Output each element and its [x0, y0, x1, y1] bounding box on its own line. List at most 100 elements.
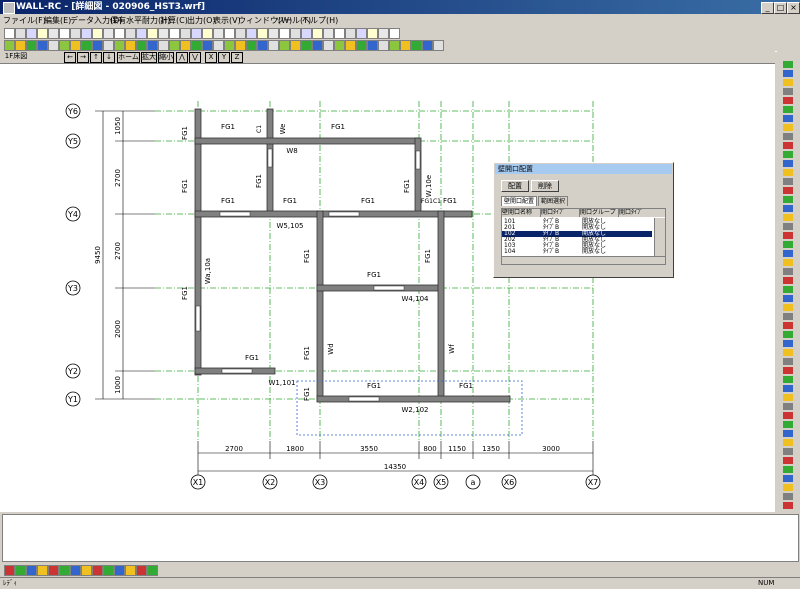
layout-icon[interactable] — [180, 40, 191, 51]
opening-tool-icon[interactable] — [433, 40, 444, 51]
tab-wall-opening[interactable]: 壁開口配置 — [501, 196, 538, 206]
right-tool-icon[interactable] — [783, 61, 793, 68]
nav-v-button[interactable]: ⋁ — [189, 52, 201, 63]
cut-icon[interactable] — [356, 28, 367, 39]
right-tool-icon[interactable] — [783, 259, 793, 266]
right-tool-icon[interactable] — [783, 340, 793, 347]
right-tool-icon[interactable] — [783, 367, 793, 374]
bottom-tool-icon[interactable] — [4, 565, 15, 576]
column-icon[interactable] — [125, 28, 136, 39]
right-tool-icon[interactable] — [783, 178, 793, 185]
cut-icon[interactable] — [48, 28, 59, 39]
table-icon[interactable] — [59, 40, 70, 51]
nav-home-button[interactable]: ホーム — [117, 52, 140, 63]
opening-tool-icon[interactable] — [235, 40, 246, 51]
tab-range-select[interactable]: 範囲選択 — [538, 196, 569, 206]
menu-output[interactable]: 出力(O) — [187, 15, 216, 26]
bottom-tool-icon[interactable] — [92, 565, 103, 576]
table-icon[interactable] — [257, 40, 268, 51]
right-tool-icon[interactable] — [783, 358, 793, 365]
axis-z-button[interactable]: Z — [231, 52, 243, 63]
right-tool-icon[interactable] — [783, 421, 793, 428]
list-header[interactable]: 開口グループ — [580, 209, 619, 217]
menu-view[interactable]: 表示(V) — [213, 15, 241, 26]
right-tool-icon[interactable] — [783, 205, 793, 212]
list-header[interactable]: 開口ﾀｲﾌﾟ — [541, 209, 580, 217]
nav-down-button[interactable]: ↓ — [103, 52, 115, 63]
print-icon[interactable] — [37, 28, 48, 39]
slab-tool-icon[interactable] — [158, 40, 169, 51]
right-tool-icon[interactable] — [783, 349, 793, 356]
right-tool-icon[interactable] — [783, 322, 793, 329]
zoom-in-button[interactable]: 拡大 — [141, 52, 157, 63]
maximize-button[interactable]: □ — [774, 2, 787, 14]
message-pane[interactable] — [2, 514, 799, 562]
bottom-tool-icon[interactable] — [125, 565, 136, 576]
column-icon[interactable] — [279, 28, 290, 39]
paste-icon[interactable] — [378, 28, 389, 39]
wall-tool-icon[interactable] — [70, 40, 81, 51]
right-tool-icon[interactable] — [783, 286, 793, 293]
right-tool-icon[interactable] — [783, 97, 793, 104]
delete-button[interactable]: 削除 — [531, 180, 559, 192]
list-vertical-scrollbar[interactable] — [654, 218, 665, 256]
right-tool-icon[interactable] — [783, 484, 793, 491]
wall-tool-icon[interactable] — [136, 40, 147, 51]
right-tool-icon[interactable] — [783, 241, 793, 248]
layout-icon[interactable] — [48, 40, 59, 51]
close-button[interactable]: × — [787, 2, 800, 14]
axis-y-button[interactable]: Y — [218, 52, 230, 63]
menu-help[interactable]: ヘルプ(H) — [302, 15, 338, 26]
right-tool-icon[interactable] — [783, 304, 793, 311]
print-icon[interactable] — [345, 28, 356, 39]
bottom-tool-icon[interactable] — [136, 565, 147, 576]
right-tool-icon[interactable] — [783, 439, 793, 446]
bottom-tool-icon[interactable] — [147, 565, 158, 576]
layout-icon[interactable] — [114, 40, 125, 51]
slab-tool-icon[interactable] — [356, 40, 367, 51]
table-icon[interactable] — [389, 40, 400, 51]
bottom-tool-icon[interactable] — [70, 565, 81, 576]
right-tool-icon[interactable] — [783, 250, 793, 257]
app-icon[interactable] — [3, 2, 15, 14]
right-tool-icon[interactable] — [783, 493, 793, 500]
bottom-tool-icon[interactable] — [114, 565, 125, 576]
table-icon[interactable] — [125, 40, 136, 51]
right-tool-icon[interactable] — [783, 79, 793, 86]
right-tool-icon[interactable] — [783, 331, 793, 338]
nav-a-button[interactable]: ⋀ — [176, 52, 188, 63]
right-tool-icon[interactable] — [783, 160, 793, 167]
new-file-icon[interactable] — [4, 28, 15, 39]
slab-tool-icon[interactable] — [422, 40, 433, 51]
slab-tool-icon[interactable] — [26, 40, 37, 51]
layout-icon[interactable] — [312, 40, 323, 51]
beam-tool-icon[interactable] — [279, 40, 290, 51]
wall-opening-dialog[interactable]: 壁開口配置 配置 削除 壁開口配置 範囲選択 壁開口名称 開口ﾀｲﾌﾟ 開口グル… — [493, 162, 674, 278]
right-tool-icon[interactable] — [783, 475, 793, 482]
right-tool-icon[interactable] — [783, 394, 793, 401]
right-tool-icon[interactable] — [783, 187, 793, 194]
new-file-icon[interactable] — [158, 28, 169, 39]
copy-icon[interactable] — [213, 28, 224, 39]
list-item[interactable]: 104 ﾀｲﾌﾟB 開放なし — [502, 249, 652, 255]
save-icon[interactable] — [334, 28, 345, 39]
beam-tool-icon[interactable] — [213, 40, 224, 51]
menu-edit[interactable]: 編集(E) — [44, 15, 71, 26]
right-tool-icon[interactable] — [783, 412, 793, 419]
right-tool-icon[interactable] — [783, 457, 793, 464]
list-header[interactable]: 壁開口名称 — [502, 209, 541, 217]
window-icon[interactable] — [290, 28, 301, 39]
zoom-out-button[interactable]: 縮小 — [158, 52, 174, 63]
bottom-tool-icon[interactable] — [48, 565, 59, 576]
right-tool-icon[interactable] — [783, 430, 793, 437]
nav-right-button[interactable]: → — [77, 52, 89, 63]
undo-icon[interactable] — [389, 28, 400, 39]
right-tool-icon[interactable] — [783, 448, 793, 455]
wall-tool-icon[interactable] — [268, 40, 279, 51]
opening-tool-icon[interactable] — [301, 40, 312, 51]
table-icon[interactable] — [323, 40, 334, 51]
opening-tool-icon[interactable] — [169, 40, 180, 51]
right-tool-icon[interactable] — [783, 295, 793, 302]
line-icon[interactable] — [257, 28, 268, 39]
slab-tool-icon[interactable] — [92, 40, 103, 51]
